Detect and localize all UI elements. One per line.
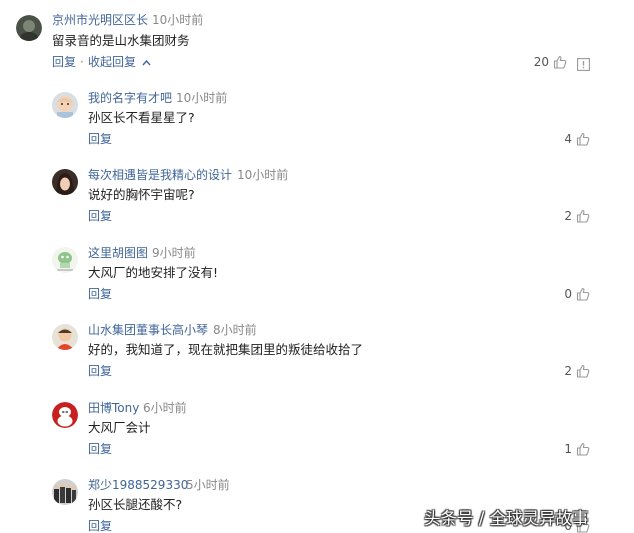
collapse-replies-label: 收起回复 — [88, 55, 137, 69]
reply-button[interactable]: 回复 — [88, 441, 112, 457]
watermark: 头条号 / 全球灵异故事 — [424, 509, 589, 528]
thumbs-up-icon[interactable] — [576, 442, 590, 456]
reply-time: 10小时前 — [237, 168, 289, 182]
thumbs-up-icon[interactable] — [553, 55, 567, 69]
separator-dot: · — [80, 55, 84, 69]
reply-username[interactable]: 每次相遇皆是我精心的设计 — [88, 167, 232, 183]
reply-avatar[interactable] — [52, 92, 78, 118]
reply-text: 孙区长不看星星了? — [88, 110, 195, 125]
reply-avatar[interactable] — [52, 479, 78, 505]
thumbs-up-icon[interactable] — [576, 132, 590, 146]
reply-button[interactable]: 回复 — [88, 286, 112, 302]
reply-time: 10小时前 — [176, 91, 228, 105]
main-comment-time: 10小时前 — [152, 13, 204, 27]
reply-like-count: 2 — [564, 364, 572, 378]
reply-avatar[interactable] — [52, 169, 78, 195]
reply-username[interactable]: 山水集团董事长高小琴 — [88, 322, 208, 338]
thumbs-up-icon[interactable] — [576, 364, 590, 378]
reply-like-count: 2 — [564, 209, 572, 223]
main-comment-reply-button[interactable]: 回复 — [52, 54, 76, 70]
reply-button[interactable]: 回复 — [88, 131, 112, 147]
reply-text: 说好的胸怀宇宙呢? — [88, 187, 195, 202]
reply-avatar[interactable] — [52, 247, 78, 273]
reply-username[interactable]: 郑少1988529330 — [88, 477, 188, 493]
main-comment-avatar[interactable] — [16, 15, 42, 41]
reply-like-count: 1 — [564, 442, 572, 456]
thumbs-up-icon[interactable] — [576, 209, 590, 223]
chevron-up-icon — [142, 59, 151, 65]
reply-like-count: 4 — [564, 132, 572, 146]
reply-button[interactable]: 回复 — [88, 363, 112, 379]
reply-button[interactable]: 回复 — [88, 518, 112, 533]
reply-time: 6小时前 — [143, 401, 187, 415]
reply-like-count: 0 — [564, 287, 572, 301]
reply-username[interactable]: 这里胡图图 — [88, 245, 148, 261]
reply-username[interactable]: 我的名字有才吧 — [88, 90, 172, 106]
main-comment-username[interactable]: 京州市光明区区长 — [52, 12, 148, 28]
thumbs-up-icon[interactable] — [576, 287, 590, 301]
reply-avatar[interactable] — [52, 402, 78, 428]
reply-time: 8小时前 — [213, 323, 257, 337]
reply-text: 孙区长腿还酸不? — [88, 497, 183, 512]
main-comment-text: 留录音的是山水集团财务 — [52, 33, 190, 48]
main-comment-like-count: 20 — [533, 55, 549, 69]
reply-avatar[interactable] — [52, 324, 78, 350]
reply-text: 大风厂会计 — [88, 420, 151, 435]
collapse-replies-button[interactable]: 收起回复 — [88, 54, 151, 70]
report-icon[interactable] — [577, 56, 590, 71]
reply-text: 大风厂的地安排了没有! — [88, 265, 219, 280]
reply-username[interactable]: 田博Tony — [88, 400, 139, 416]
reply-time: 5小时前 — [186, 478, 230, 492]
reply-button[interactable]: 回复 — [88, 208, 112, 224]
reply-time: 9小时前 — [152, 246, 196, 260]
reply-text: 好的，我知道了，现在就把集团里的叛徒给收拾了 — [88, 342, 364, 357]
